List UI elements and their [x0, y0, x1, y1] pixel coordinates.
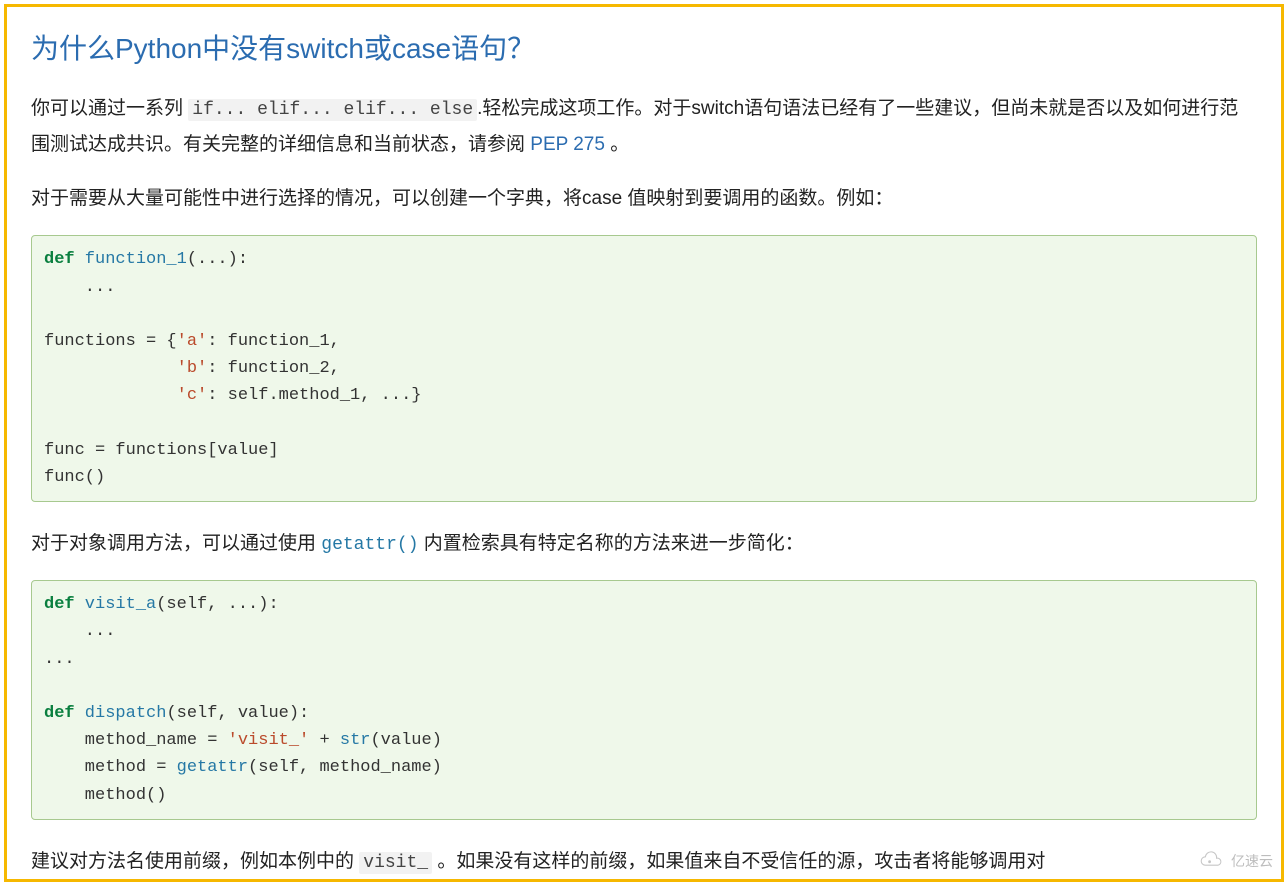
code-text: (self, method_name)	[248, 758, 442, 777]
func-name: visit_a	[75, 595, 157, 614]
text: 。	[605, 134, 629, 155]
text: 。如果没有这样的前缀，如果值来自不受信任的源，攻击者将能够调用对	[432, 851, 1045, 872]
code-text: method_name =	[44, 731, 228, 750]
paragraph-2: 对于需要从大量可能性中进行选择的情况，可以创建一个字典，将case 值映射到要调…	[31, 181, 1257, 217]
code-text	[44, 386, 177, 405]
text: 内置检索具有特定名称的方法来进一步简化：	[419, 533, 804, 554]
code-text: method()	[44, 786, 166, 805]
document-container: 为什么Python中没有switch或case语句？ 你可以通过一系列 if..…	[4, 4, 1284, 882]
watermark-text: 亿速云	[1231, 851, 1273, 871]
code-text: (value)	[370, 731, 441, 750]
code-text: ...	[44, 650, 75, 669]
code-text	[44, 359, 177, 378]
code-block-1: def function_1(...): ... functions = {'a…	[31, 235, 1257, 502]
builtin-fn: getattr	[177, 758, 248, 777]
cloud-icon	[1197, 851, 1225, 871]
code-text: functions = {	[44, 332, 177, 351]
code-text: (...):	[187, 250, 248, 269]
paragraph-4: 建议对方法名使用前缀，例如本例中的 visit_ 。如果没有这样的前缀，如果值来…	[31, 844, 1257, 880]
string-literal: 'b'	[177, 359, 208, 378]
func-name: dispatch	[75, 704, 167, 723]
code-text: +	[309, 731, 340, 750]
keyword-def: def	[44, 595, 75, 614]
keyword-def: def	[44, 250, 75, 269]
code-text: ...	[44, 622, 115, 641]
inline-code: if... elif... elif... else	[188, 99, 477, 121]
code-text: : self.method_1, ...}	[207, 386, 421, 405]
page-title: 为什么Python中没有switch或case语句？	[31, 27, 1257, 67]
paragraph-3: 对于对象调用方法，可以通过使用 getattr() 内置检索具有特定名称的方法来…	[31, 526, 1257, 562]
code-text: method =	[44, 758, 177, 777]
string-literal: 'a'	[177, 332, 208, 351]
code-text: func = functions[value]	[44, 441, 279, 460]
code-text: func()	[44, 468, 105, 487]
watermark: 亿速云	[1197, 851, 1273, 871]
inline-code: visit_	[359, 852, 432, 874]
keyword-def: def	[44, 704, 75, 723]
pep-275-link[interactable]: PEP 275	[530, 134, 605, 155]
paragraph-1: 你可以通过一系列 if... elif... elif... else.轻松完成…	[31, 91, 1257, 163]
code-text: (self, ...):	[156, 595, 278, 614]
code-block-2: def visit_a(self, ...): ... ... def disp…	[31, 580, 1257, 820]
text: 对于对象调用方法，可以通过使用	[31, 533, 321, 554]
text: 建议对方法名使用前缀，例如本例中的	[31, 851, 359, 872]
text: 你可以通过一系列	[31, 98, 188, 119]
builtin-fn: str	[340, 731, 371, 750]
inline-code: getattr()	[321, 535, 418, 555]
string-literal: 'visit_'	[228, 731, 310, 750]
string-literal: 'c'	[177, 386, 208, 405]
func-name: function_1	[75, 250, 187, 269]
code-text: : function_2,	[207, 359, 340, 378]
code-text: : function_1,	[207, 332, 340, 351]
code-text: ...	[44, 278, 115, 297]
code-text: (self, value):	[166, 704, 309, 723]
